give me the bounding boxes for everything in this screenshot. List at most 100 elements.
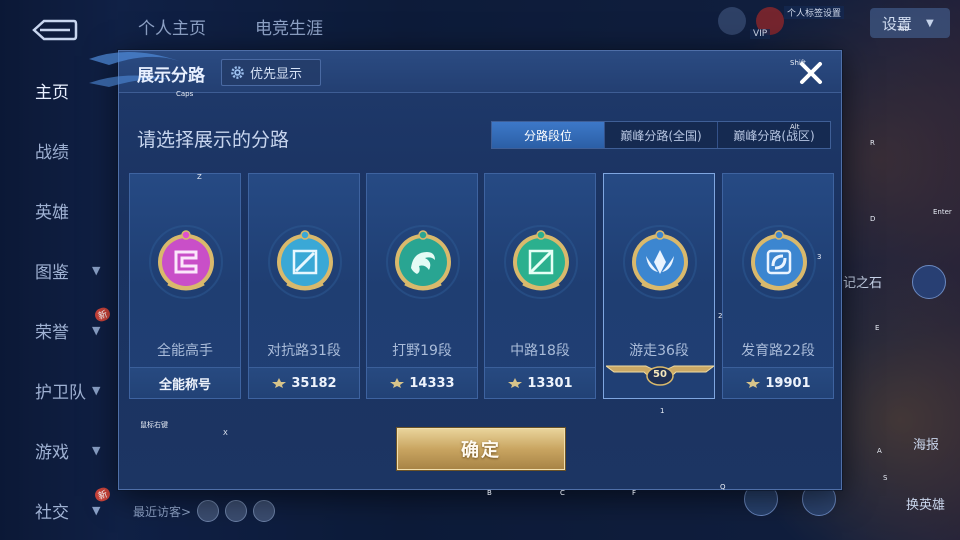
lane-rank-label: 对抗路31段	[267, 343, 341, 359]
lane-rank-label: 发育路22段	[741, 343, 815, 359]
nav-label: 主页	[35, 82, 69, 103]
lane-card-farm[interactable]: 发育路22段 19901	[722, 173, 834, 399]
visitor-avatar[interactable]	[225, 500, 248, 522]
lane-points-value: 13301	[527, 375, 573, 391]
priority-display-label: 优先显示	[250, 67, 303, 82]
mid-lane-emblem-icon	[504, 225, 578, 299]
switch-hero-button[interactable]: 换英雄	[906, 494, 945, 513]
visitor-avatar[interactable]	[197, 500, 220, 522]
points-icon	[390, 378, 405, 388]
tab-lane-rank[interactable]: 分路段位	[492, 122, 605, 148]
gear-icon	[231, 66, 244, 79]
nav-item-record[interactable]: 战绩	[0, 130, 115, 170]
key-hint-2: 2	[718, 312, 723, 320]
lane-rank-label: 中路18段	[510, 343, 570, 359]
back-arrow-icon[interactable]	[30, 18, 78, 42]
chevron-down-icon: ▼	[92, 323, 101, 337]
key-hint-r: R	[870, 139, 875, 147]
points-icon	[508, 378, 523, 388]
lane-points-row: 全能称号	[130, 367, 240, 398]
recent-visitors-label: 最近访客>	[133, 504, 192, 519]
chevron-down-icon: ▼	[92, 383, 101, 397]
key-hint-f: F	[632, 489, 637, 497]
key-hint-z: Z	[197, 173, 202, 181]
recent-visitors[interactable]: 最近访客>	[133, 500, 276, 522]
lane-rank-label: 打野19段	[392, 343, 452, 359]
lane-rank-label: 游走36段	[629, 343, 689, 359]
nav-label: 英雄	[35, 202, 69, 223]
points-icon	[272, 378, 287, 388]
tab-peak-lane-region[interactable]: 巅峰分路(战区)	[718, 122, 830, 148]
nav-item-collection[interactable]: 图鉴 ▼	[0, 250, 115, 290]
record-stone-label[interactable]: 记之石	[843, 272, 882, 291]
key-hint-c: C	[560, 489, 565, 497]
nav-label: 游戏	[35, 442, 69, 463]
lane-rank-label: 全能高手	[157, 343, 213, 359]
key-hint-caps: Caps	[176, 90, 194, 98]
key-hint-d: D	[870, 215, 876, 223]
lane-points-value: 35182	[291, 375, 337, 391]
chevron-down-icon: ▼	[92, 443, 101, 457]
nav-item-heroes[interactable]: 英雄	[0, 190, 115, 230]
chevron-down-icon: ▼	[92, 263, 101, 277]
key-hint-enter: Enter	[933, 208, 952, 216]
nav-label: 荣誉	[35, 322, 69, 343]
chevron-down-icon: ▼	[926, 17, 934, 29]
key-hint-x2: X	[777, 377, 782, 385]
nav-item-guard-team[interactable]: 护卫队 ▼	[0, 370, 115, 410]
key-hint-1: 1	[660, 407, 665, 415]
notification-icon[interactable]	[718, 7, 746, 35]
lane-points-value: 19901	[765, 375, 811, 391]
key-hint-b: B	[487, 489, 492, 497]
record-stone-icon[interactable]	[912, 265, 946, 299]
banner-label: 个人标签设置	[784, 6, 845, 19]
chevron-down-icon: ▼	[92, 503, 101, 517]
roam-emblem-icon	[623, 225, 697, 299]
nav-label: 图鉴	[35, 262, 69, 283]
key-hint-e: E	[875, 324, 880, 332]
lane-card-jungle[interactable]: 打野19段 14333	[366, 173, 478, 399]
lane-card-mid[interactable]: 中路18段 13301	[484, 173, 596, 399]
display-lane-dialog: 展示分路 优先显示 请选择展示的分路 分路段位 巅峰分路(全国) 巅峰分路(战区…	[89, 50, 842, 490]
vip-label: VIP	[750, 29, 771, 39]
farm-lane-emblem-icon	[742, 225, 816, 299]
all-round-title-label: 全能称号	[158, 377, 211, 393]
nav-item-social[interactable]: 社交 ▼ 新	[0, 485, 115, 530]
nav-item-honor[interactable]: 荣誉 ▼ 新	[0, 305, 115, 350]
nav-label: 护卫队	[35, 382, 86, 403]
key-hint-a: A	[877, 447, 882, 455]
settings-button[interactable]: 设置 ▼	[870, 8, 950, 38]
dialog-subtitle: 请选择展示的分路	[137, 129, 290, 151]
key-hint-s: S	[883, 474, 888, 482]
lane-points-row: 13301	[485, 367, 595, 398]
lane-points-row: 14333	[367, 367, 477, 398]
points-icon	[746, 378, 761, 388]
visitor-avatar[interactable]	[253, 500, 276, 522]
priority-display-button[interactable]: 优先显示	[221, 59, 321, 86]
top-right-cluster: VIP 个人标签设置 设置 ▼	[710, 4, 960, 40]
key-hint-shift: Shift	[790, 59, 806, 67]
nav-label: 战绩	[35, 142, 69, 163]
lane-card-clash[interactable]: 对抗路31段 35182	[248, 173, 360, 399]
key-hint-right-click: 鼠标右键	[140, 421, 168, 429]
tab-personal-home[interactable]: 个人主页	[138, 14, 206, 39]
star-count-label: 50	[653, 369, 667, 380]
key-hint-x: X	[223, 429, 228, 437]
lane-points-value: 14333	[409, 375, 455, 391]
key-hint-tab: Tab	[897, 25, 909, 33]
nav-item-game[interactable]: 游戏 ▼	[0, 430, 115, 470]
dialog-title: 展示分路	[137, 66, 205, 86]
lane-card-all-round[interactable]: 全能高手 全能称号	[129, 173, 241, 399]
dialog-header: 展示分路 优先显示	[89, 51, 841, 93]
lane-card-roam[interactable]: 游走36段 50	[603, 173, 715, 399]
tab-esports-career[interactable]: 电竞生涯	[255, 14, 323, 39]
jungle-emblem-icon	[386, 225, 460, 299]
tab-peak-lane-national[interactable]: 巅峰分路(全国)	[605, 122, 718, 148]
lane-tabs: 分路段位 巅峰分路(全国) 巅峰分路(战区)	[491, 121, 831, 149]
confirm-button[interactable]: 确定	[397, 428, 565, 470]
clash-lane-emblem-icon	[268, 225, 342, 299]
nav-label: 社交	[35, 502, 69, 523]
all-round-emblem-icon	[149, 225, 223, 299]
poster-button[interactable]: 海报	[913, 434, 939, 453]
key-hint-q: Q	[720, 483, 726, 491]
